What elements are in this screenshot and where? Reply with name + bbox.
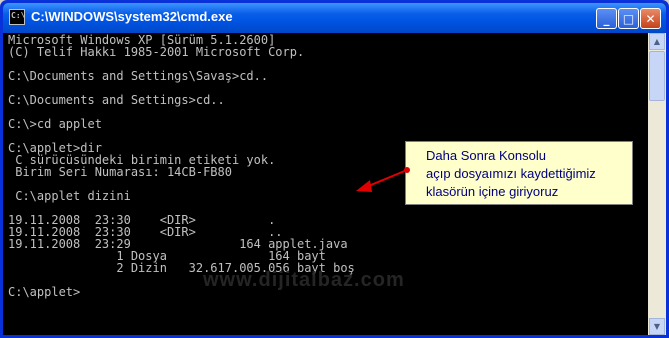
- annotation-arrow: [356, 167, 410, 192]
- arrow-tail-dot: [404, 167, 410, 173]
- arrow-shaft: [365, 169, 408, 188]
- arrow-head: [356, 180, 372, 192]
